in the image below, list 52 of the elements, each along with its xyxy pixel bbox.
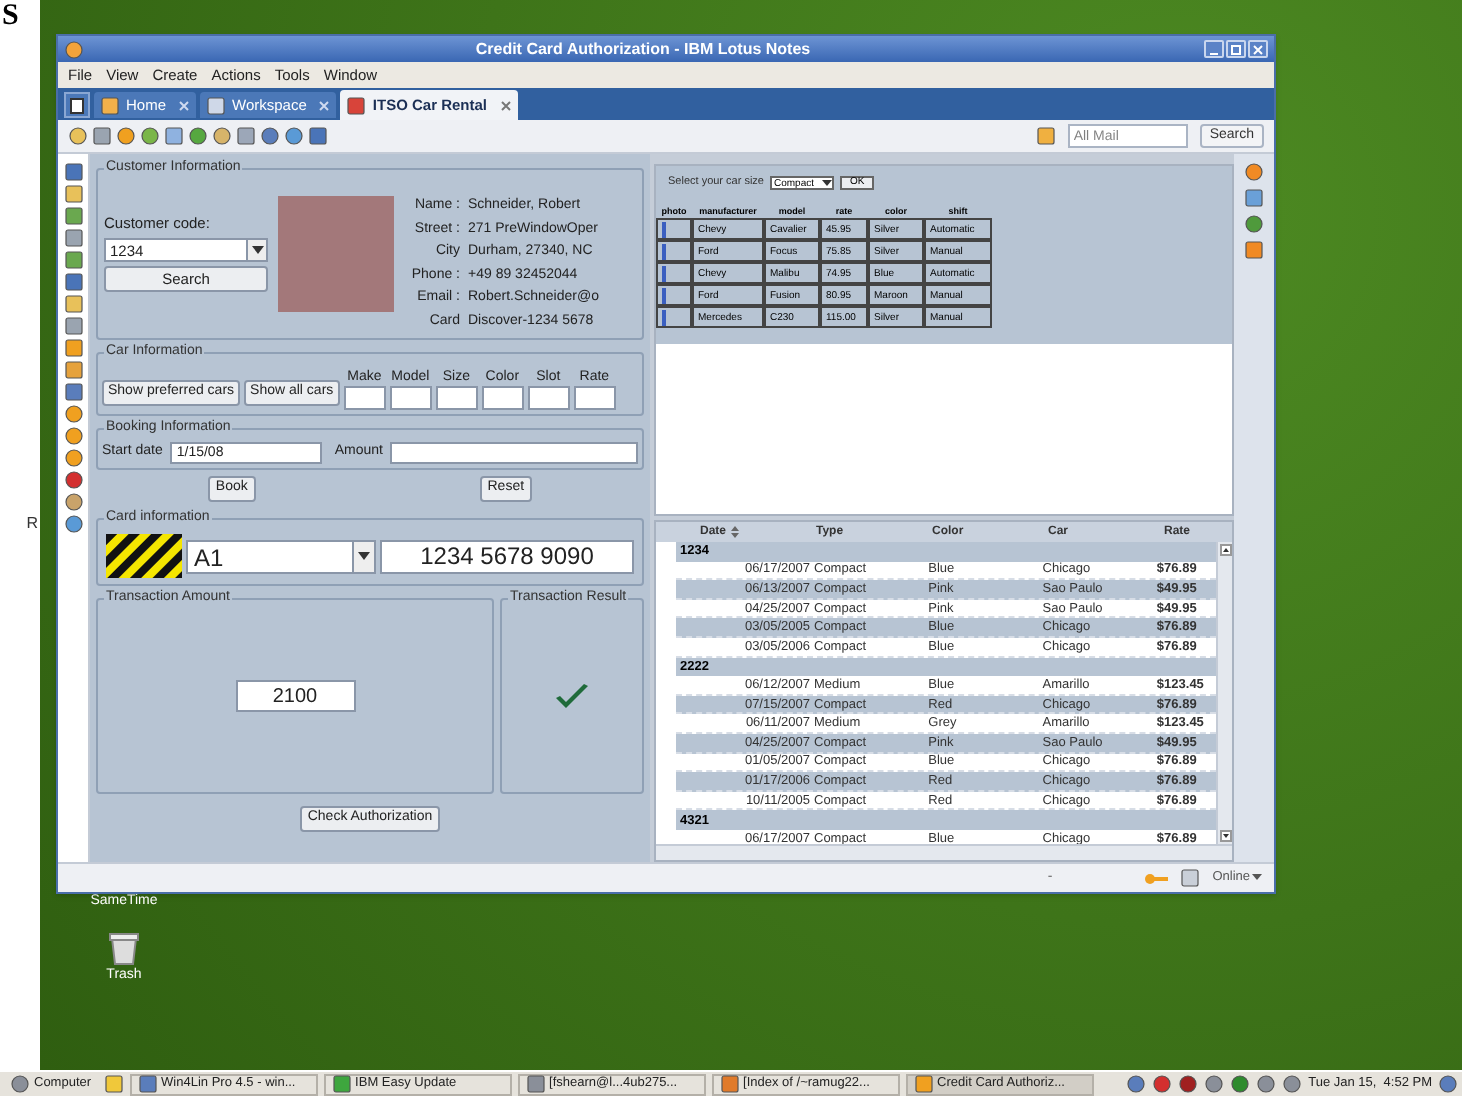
vertical-scrollbar[interactable]	[1216, 542, 1232, 844]
app-icon	[64, 39, 84, 59]
tab-icon	[206, 95, 227, 115]
photo-placeholder	[278, 196, 394, 312]
tray-icon[interactable]	[1282, 1074, 1303, 1094]
card-type-combo[interactable]: A1	[186, 539, 376, 573]
transaction-amount-field[interactable]: 2100	[235, 680, 355, 712]
window-title: Credit Card Authorization - IBM Lotus Notes	[473, 38, 813, 62]
tray-icon[interactable]	[1204, 1074, 1225, 1094]
minimize-button[interactable]	[1204, 40, 1224, 58]
tray-icon[interactable]	[1126, 1074, 1147, 1094]
tray-icon[interactable]	[1178, 1074, 1199, 1094]
window-icon	[719, 1074, 740, 1094]
maximize-icon	[1230, 43, 1242, 55]
key-icon	[1144, 871, 1169, 885]
car-field[interactable]	[389, 386, 432, 410]
page-letter: R	[24, 514, 40, 534]
page-letter: S	[0, 0, 21, 32]
caret-icon	[358, 552, 370, 560]
close-icon	[499, 99, 512, 111]
window-icon	[525, 1074, 546, 1094]
tray-icon[interactable]	[1230, 1074, 1251, 1094]
close-icon	[1252, 43, 1264, 55]
close-icon	[318, 99, 331, 111]
page-tab-button[interactable]	[64, 92, 90, 118]
amount-field[interactable]	[390, 442, 638, 464]
sort-icon	[730, 526, 741, 538]
hazard-stripes-drawing	[106, 534, 182, 578]
caret-icon	[251, 246, 263, 254]
caret-icon	[1252, 874, 1262, 882]
card-number-field[interactable]: 1234 5678 9090	[380, 539, 634, 573]
horizontal-scrollbar[interactable]	[656, 844, 1232, 860]
window-icon	[137, 1074, 158, 1094]
page-icon	[70, 97, 84, 113]
combo-value: A1	[192, 541, 226, 571]
trash-icon	[108, 929, 140, 965]
car-field[interactable]	[435, 386, 478, 410]
tray-icon[interactable]	[1152, 1074, 1173, 1094]
close-button[interactable]	[1248, 40, 1268, 58]
tray-icon[interactable]	[1256, 1074, 1277, 1094]
tab-icon	[100, 95, 120, 115]
window-icon	[331, 1074, 352, 1094]
car-field[interactable]	[481, 386, 524, 410]
car-field[interactable]	[527, 386, 570, 410]
maximize-button[interactable]	[1226, 40, 1246, 58]
window-icon	[913, 1074, 934, 1094]
close-icon	[178, 99, 191, 111]
tray-icon[interactable]	[1438, 1074, 1458, 1094]
tab-icon	[346, 95, 367, 115]
caret-icon	[822, 177, 832, 188]
car-field[interactable]	[343, 386, 386, 410]
car-field[interactable]	[573, 386, 616, 410]
